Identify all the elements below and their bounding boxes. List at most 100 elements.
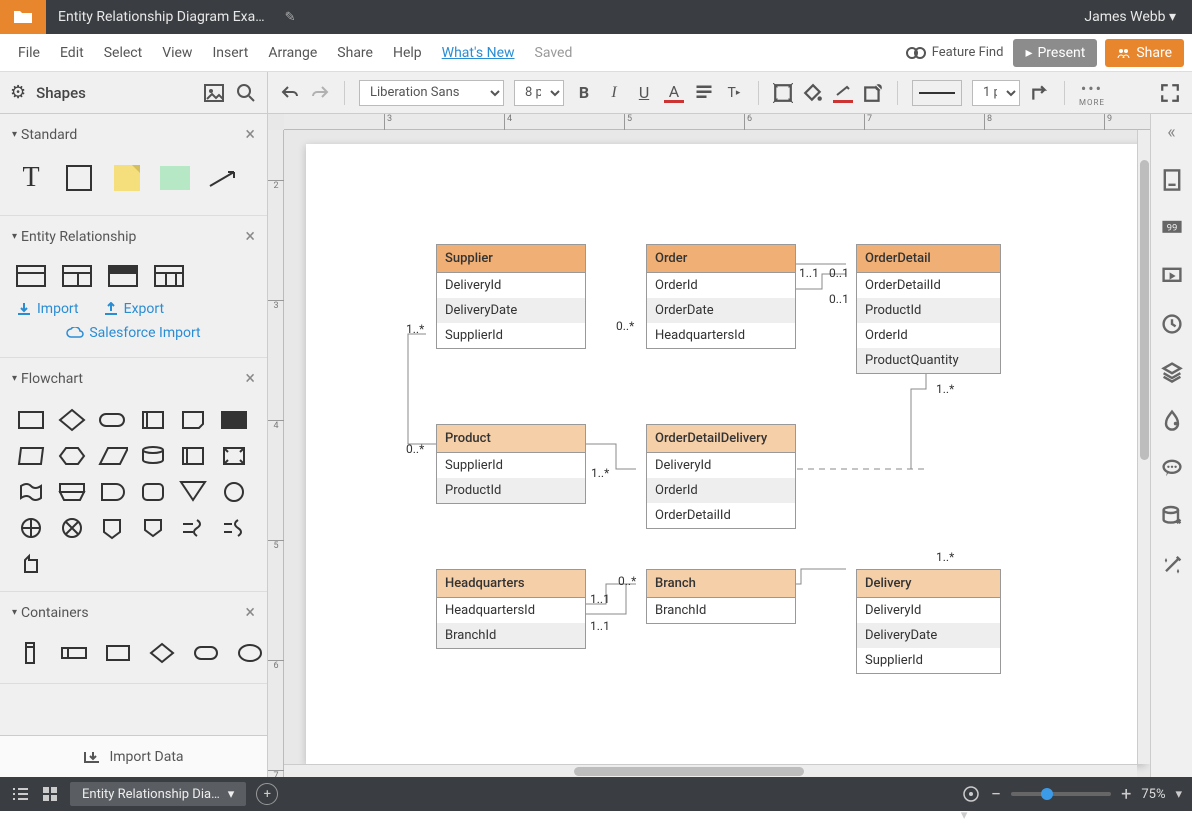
- user-menu[interactable]: James Webb ▾: [1068, 9, 1192, 25]
- close-icon[interactable]: ×: [245, 602, 255, 623]
- er-shape-4[interactable]: [154, 265, 184, 287]
- data-icon[interactable]: [1160, 504, 1184, 528]
- flowchart-shape[interactable]: [138, 515, 170, 541]
- grid-view-icon[interactable]: [40, 784, 60, 804]
- ink-icon[interactable]: [1160, 408, 1184, 432]
- folder-icon[interactable]: [0, 0, 46, 34]
- import-link[interactable]: Import: [16, 301, 79, 317]
- flowchart-shape[interactable]: [97, 443, 129, 469]
- bold-icon[interactable]: B: [574, 83, 594, 103]
- undo-icon[interactable]: [280, 83, 300, 103]
- flowchart-shape[interactable]: [138, 407, 170, 433]
- canvas[interactable]: Supplier DeliveryId DeliveryDate Supplie…: [284, 130, 1150, 777]
- add-page-button[interactable]: +: [256, 783, 278, 805]
- zoom-out-button[interactable]: −: [991, 784, 1001, 805]
- menu-file[interactable]: File: [8, 45, 50, 61]
- align-icon[interactable]: [694, 83, 714, 103]
- panel-containers-header[interactable]: ▾Containers×: [0, 592, 267, 633]
- salesforce-import-link[interactable]: Salesforce Import: [66, 325, 200, 341]
- line-type-icon[interactable]: [1030, 83, 1050, 103]
- panel-standard-header[interactable]: ▾Standard×: [0, 114, 267, 155]
- flowchart-shape[interactable]: [16, 479, 48, 505]
- flowchart-shape[interactable]: [178, 479, 210, 505]
- font-select[interactable]: Liberation Sans: [359, 80, 504, 106]
- flowchart-shape[interactable]: [97, 479, 129, 505]
- entity-orderdetail[interactable]: OrderDetail OrderDetailId ProductId Orde…: [856, 244, 1001, 374]
- presentation-icon[interactable]: [1160, 264, 1184, 288]
- flowchart-shape[interactable]: [178, 515, 210, 541]
- container-shape[interactable]: [60, 641, 90, 669]
- shape-frame-icon[interactable]: [773, 83, 793, 103]
- history-icon[interactable]: [1160, 312, 1184, 336]
- text-size-icon[interactable]: T▸: [724, 83, 744, 103]
- entity-product[interactable]: Product SupplierId ProductId: [436, 424, 586, 504]
- chevron-left-icon[interactable]: «: [1160, 120, 1184, 144]
- share-button[interactable]: Share: [1105, 39, 1184, 67]
- line-color-icon[interactable]: [833, 83, 853, 103]
- gear-icon[interactable]: ⚙: [10, 82, 26, 103]
- font-size-select[interactable]: 8 pt: [514, 80, 564, 106]
- present-button[interactable]: ▸ Present: [1013, 39, 1097, 67]
- container-shape[interactable]: [16, 641, 46, 669]
- flowchart-shape[interactable]: [16, 443, 48, 469]
- redo-icon[interactable]: [310, 83, 330, 103]
- flowchart-shape[interactable]: [178, 407, 210, 433]
- page[interactable]: Supplier DeliveryId DeliveryDate Supplie…: [306, 144, 1146, 764]
- flowchart-shape[interactable]: [16, 551, 48, 577]
- page-tab[interactable]: Entity Relationship Dia…▾: [70, 782, 246, 806]
- entity-headquarters[interactable]: Headquarters HeadquartersId BranchId: [436, 569, 586, 649]
- container-shape[interactable]: [192, 641, 222, 669]
- panel-er-header[interactable]: ▾Entity Relationship×: [0, 216, 267, 257]
- flowchart-shape[interactable]: [138, 443, 170, 469]
- flowchart-shape[interactable]: [57, 443, 89, 469]
- line-style-select[interactable]: [912, 80, 962, 106]
- import-data-button[interactable]: Import Data: [0, 735, 267, 777]
- note-shape[interactable]: [112, 163, 142, 193]
- entity-order[interactable]: Order OrderId OrderDate HeadquartersId: [646, 244, 796, 349]
- container-shape[interactable]: [104, 641, 134, 669]
- menu-whatsnew[interactable]: What's New: [432, 45, 525, 61]
- entity-branch[interactable]: Branch BranchId: [646, 569, 796, 624]
- flowchart-shape[interactable]: [178, 443, 210, 469]
- comment-icon[interactable]: 99: [1160, 216, 1184, 240]
- menu-insert[interactable]: Insert: [202, 45, 258, 61]
- entity-orderdetaildelivery[interactable]: OrderDetailDelivery DeliveryId OrderId O…: [646, 424, 796, 529]
- menu-edit[interactable]: Edit: [50, 45, 94, 61]
- close-icon[interactable]: ×: [245, 368, 255, 389]
- shape-options-icon[interactable]: [863, 83, 883, 103]
- italic-icon[interactable]: I: [604, 83, 624, 103]
- container-shape[interactable]: [148, 641, 178, 669]
- block-shape[interactable]: [160, 163, 190, 193]
- more-button[interactable]: •••MORE: [1079, 79, 1105, 107]
- flowchart-shape[interactable]: [57, 515, 89, 541]
- menu-share[interactable]: Share: [327, 45, 383, 61]
- flowchart-shape[interactable]: [219, 407, 251, 433]
- flowchart-shape[interactable]: [219, 479, 251, 505]
- zoom-slider[interactable]: [1011, 792, 1111, 796]
- flowchart-shape[interactable]: [57, 407, 89, 433]
- entity-delivery[interactable]: Delivery DeliveryId DeliveryDate Supplie…: [856, 569, 1001, 674]
- export-link[interactable]: Export: [103, 301, 164, 317]
- magic-icon[interactable]: [1160, 552, 1184, 576]
- document-title[interactable]: Entity Relationship Diagram Exa…: [46, 9, 277, 25]
- zoom-in-button[interactable]: +: [1121, 784, 1131, 805]
- flowchart-shape[interactable]: [138, 479, 170, 505]
- underline-icon[interactable]: U: [634, 83, 654, 103]
- arrow-shape[interactable]: [208, 163, 238, 193]
- target-icon[interactable]: ▾: [961, 784, 981, 804]
- entity-supplier[interactable]: Supplier DeliveryId DeliveryDate Supplie…: [436, 244, 586, 349]
- menu-help[interactable]: Help: [383, 45, 432, 61]
- container-shape[interactable]: [236, 641, 266, 669]
- flowchart-shape[interactable]: [219, 515, 251, 541]
- close-icon[interactable]: ×: [245, 124, 255, 145]
- flowchart-shape[interactable]: [97, 515, 129, 541]
- close-icon[interactable]: ×: [245, 226, 255, 247]
- rectangle-shape[interactable]: [64, 163, 94, 193]
- pencil-icon[interactable]: ✎: [285, 10, 296, 25]
- chat-icon[interactable]: [1160, 456, 1184, 480]
- feature-find[interactable]: Feature Find: [906, 45, 1004, 60]
- fullscreen-icon[interactable]: [1160, 83, 1180, 103]
- flowchart-shape[interactable]: [16, 407, 48, 433]
- text-shape[interactable]: T: [16, 163, 46, 193]
- er-shape-1[interactable]: [16, 265, 46, 287]
